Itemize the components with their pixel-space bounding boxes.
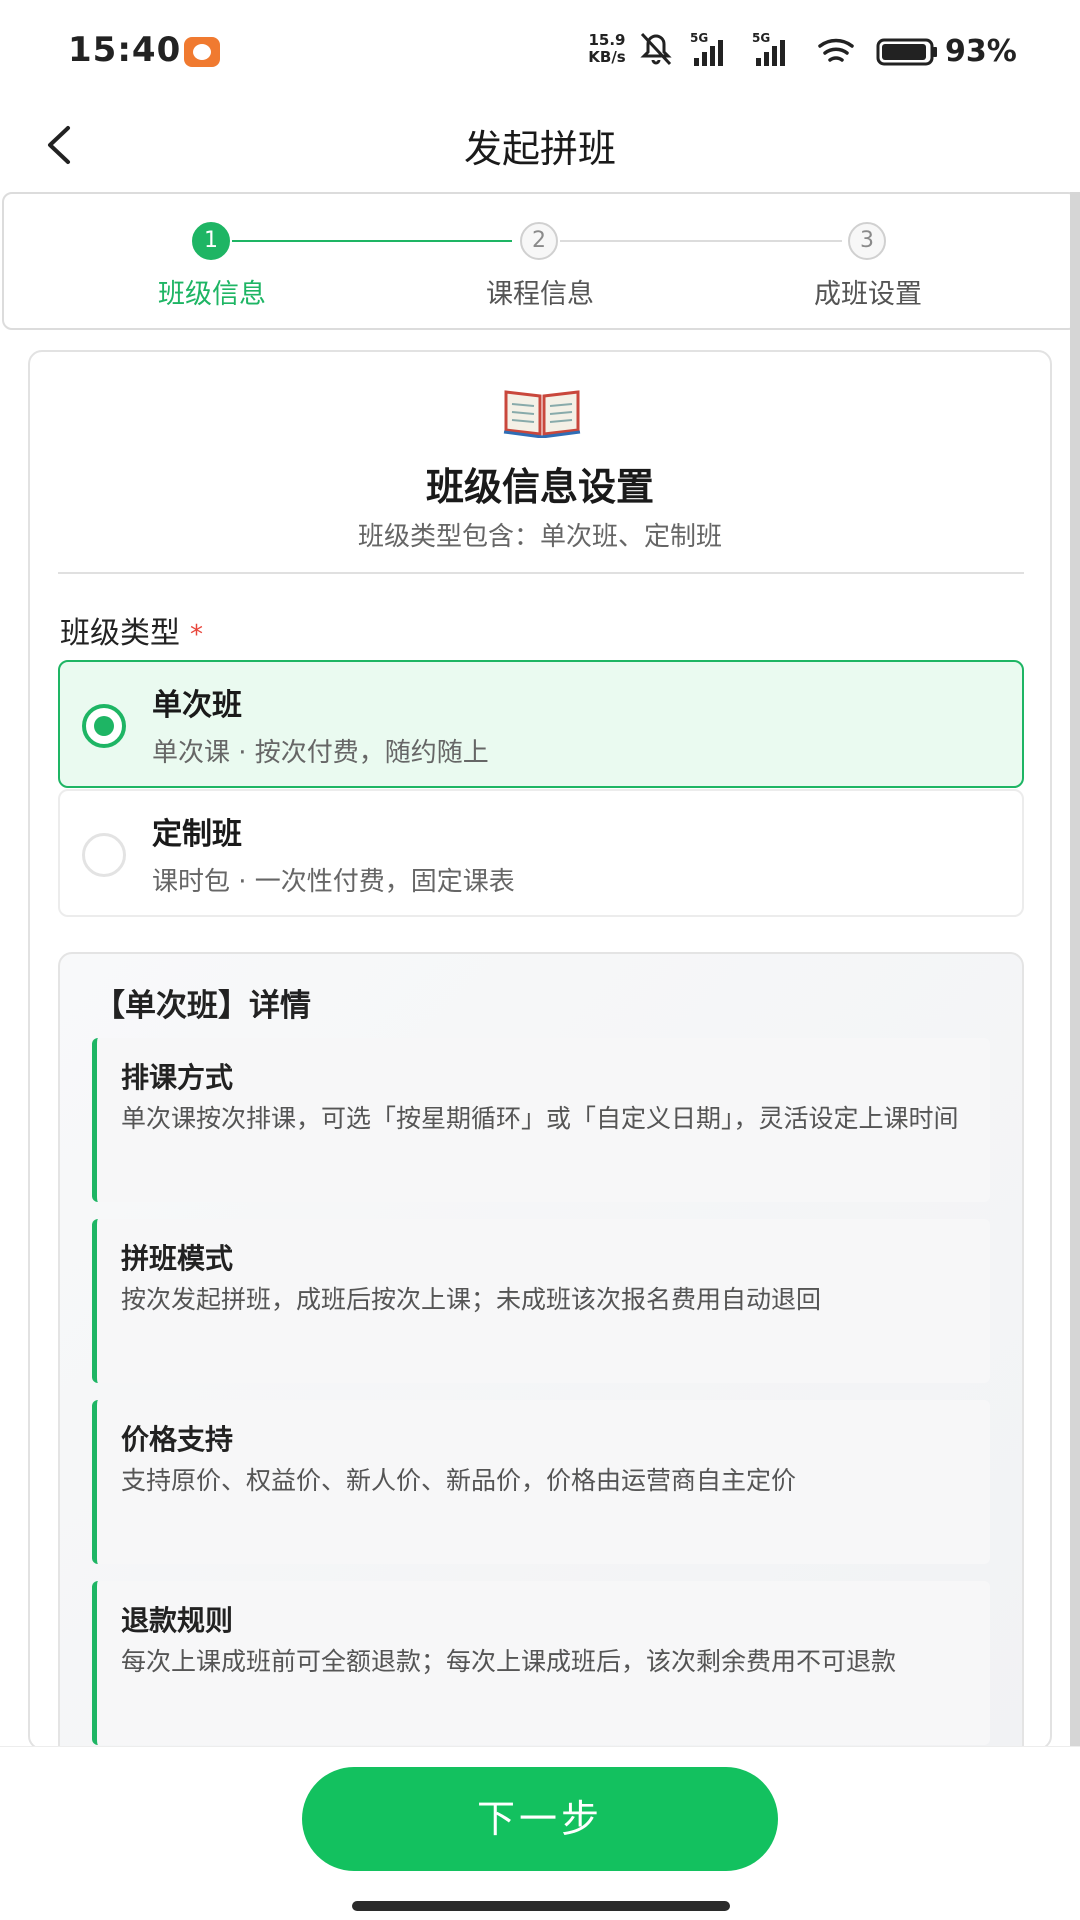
svg-text:5G: 5G	[690, 31, 708, 45]
progress-stepper: 1 班级信息 2 课程信息 3 成班设置	[2, 192, 1078, 330]
status-icons: 5G 5G	[640, 31, 937, 66]
divider	[58, 572, 1024, 574]
class-info-card: 班级信息设置 班级类型包含：单次班、定制班 班级类型 * 单次班 单次课 · 按次…	[28, 350, 1052, 1750]
wifi-icon	[818, 38, 854, 62]
scrollbar[interactable]	[1070, 192, 1080, 1802]
card-subtitle: 班级类型包含：单次班、定制班	[357, 522, 722, 552]
net-speed-unit: KB/s	[588, 48, 626, 66]
detail-text: 按次发起拼班，成班后按次上课；未成班该次报名费用自动退回	[121, 1285, 822, 1314]
class-type-label: 班级类型 *	[60, 608, 203, 652]
signal-5g-icon: 5G	[752, 31, 785, 66]
class-details-panel: 【单次班】详情 排课方式 单次课按次排课，可选「按星期循环」或「自定义日期」，灵…	[58, 952, 1024, 1748]
step-3-label: 成班设置	[814, 279, 922, 310]
detail-text: 每次上课成班前可全额退款；每次上课成班后，该次剩余费用不可退款	[121, 1647, 897, 1676]
next-step-button[interactable]: 下一步	[302, 1767, 778, 1871]
status-bar: 15:40 15.9 KB/s 5G 5G 93%	[0, 0, 1080, 100]
required-mark: *	[190, 620, 203, 650]
detail-name: 退款规则	[121, 1604, 234, 1637]
app-notification-icon	[184, 37, 220, 67]
step-1-label: 班级信息	[158, 279, 266, 310]
radio-selected-icon[interactable]	[82, 704, 126, 748]
class-type-label-text: 班级类型	[60, 616, 180, 651]
step-2-indicator: 2	[520, 222, 558, 260]
detail-text: 单次课按次排课，可选「按星期循环」或「自定义日期」，灵活设定上课时间	[121, 1104, 959, 1133]
option-description: 单次课 · 按次付费，随约随上	[152, 738, 489, 768]
option-title: 单次班	[152, 688, 242, 723]
detail-text: 支持原价、权益价、新人价、新品价，价格由运营商自主定价	[121, 1466, 797, 1495]
option-title: 定制班	[152, 817, 242, 852]
step-connector-pending	[560, 240, 842, 242]
net-speed: 15.9 KB/s	[584, 32, 630, 66]
detail-name: 排课方式	[121, 1061, 234, 1094]
bottom-action-bar: 下一步	[0, 1746, 1080, 1920]
mute-icon	[640, 32, 672, 66]
radio-unselected-icon[interactable]	[82, 833, 126, 877]
detail-name: 价格支持	[121, 1423, 234, 1456]
detail-name: 拼班模式	[121, 1242, 234, 1275]
net-speed-value: 15.9	[588, 31, 626, 49]
open-book-icon	[503, 390, 581, 438]
detail-item-grouping-mode: 拼班模式 按次发起拼班，成班后按次上课；未成班该次报名费用自动退回	[92, 1219, 990, 1383]
page: 15:40 15.9 KB/s 5G 5G 93% 发起拼班 1 班级信息 2 …	[0, 0, 1080, 1920]
step-1-indicator: 1	[192, 222, 230, 260]
page-title: 发起拼班	[463, 127, 616, 171]
option-description: 课时包 · 一次性付费，固定课表	[152, 867, 515, 897]
step-3-indicator: 3	[848, 222, 886, 260]
class-type-option-custom[interactable]: 定制班 课时包 · 一次性付费，固定课表	[58, 789, 1024, 917]
status-time: 15:40	[68, 30, 182, 70]
step-2-label: 课程信息	[486, 279, 594, 310]
detail-item-scheduling: 排课方式 单次课按次排课，可选「按星期循环」或「自定义日期」，灵活设定上课时间	[92, 1038, 990, 1202]
detail-item-refund-rules: 退款规则 每次上课成班前可全额退款；每次上课成班后，该次剩余费用不可退款	[92, 1581, 990, 1745]
signal-5g-icon: 5G	[690, 31, 723, 66]
details-title: 【单次班】详情	[94, 988, 311, 1024]
battery-icon	[876, 38, 937, 66]
svg-text:5G: 5G	[752, 31, 770, 45]
detail-item-pricing: 价格支持 支持原价、权益价、新人价、新品价，价格由运营商自主定价	[92, 1400, 990, 1564]
battery-percent: 93%	[945, 34, 1017, 69]
nav-bar: 发起拼班	[0, 100, 1080, 190]
card-title: 班级信息设置	[425, 465, 654, 509]
step-connector-done	[232, 240, 512, 242]
home-indicator[interactable]	[352, 1901, 730, 1911]
class-type-option-single[interactable]: 单次班 单次课 · 按次付费，随约随上	[58, 660, 1024, 788]
